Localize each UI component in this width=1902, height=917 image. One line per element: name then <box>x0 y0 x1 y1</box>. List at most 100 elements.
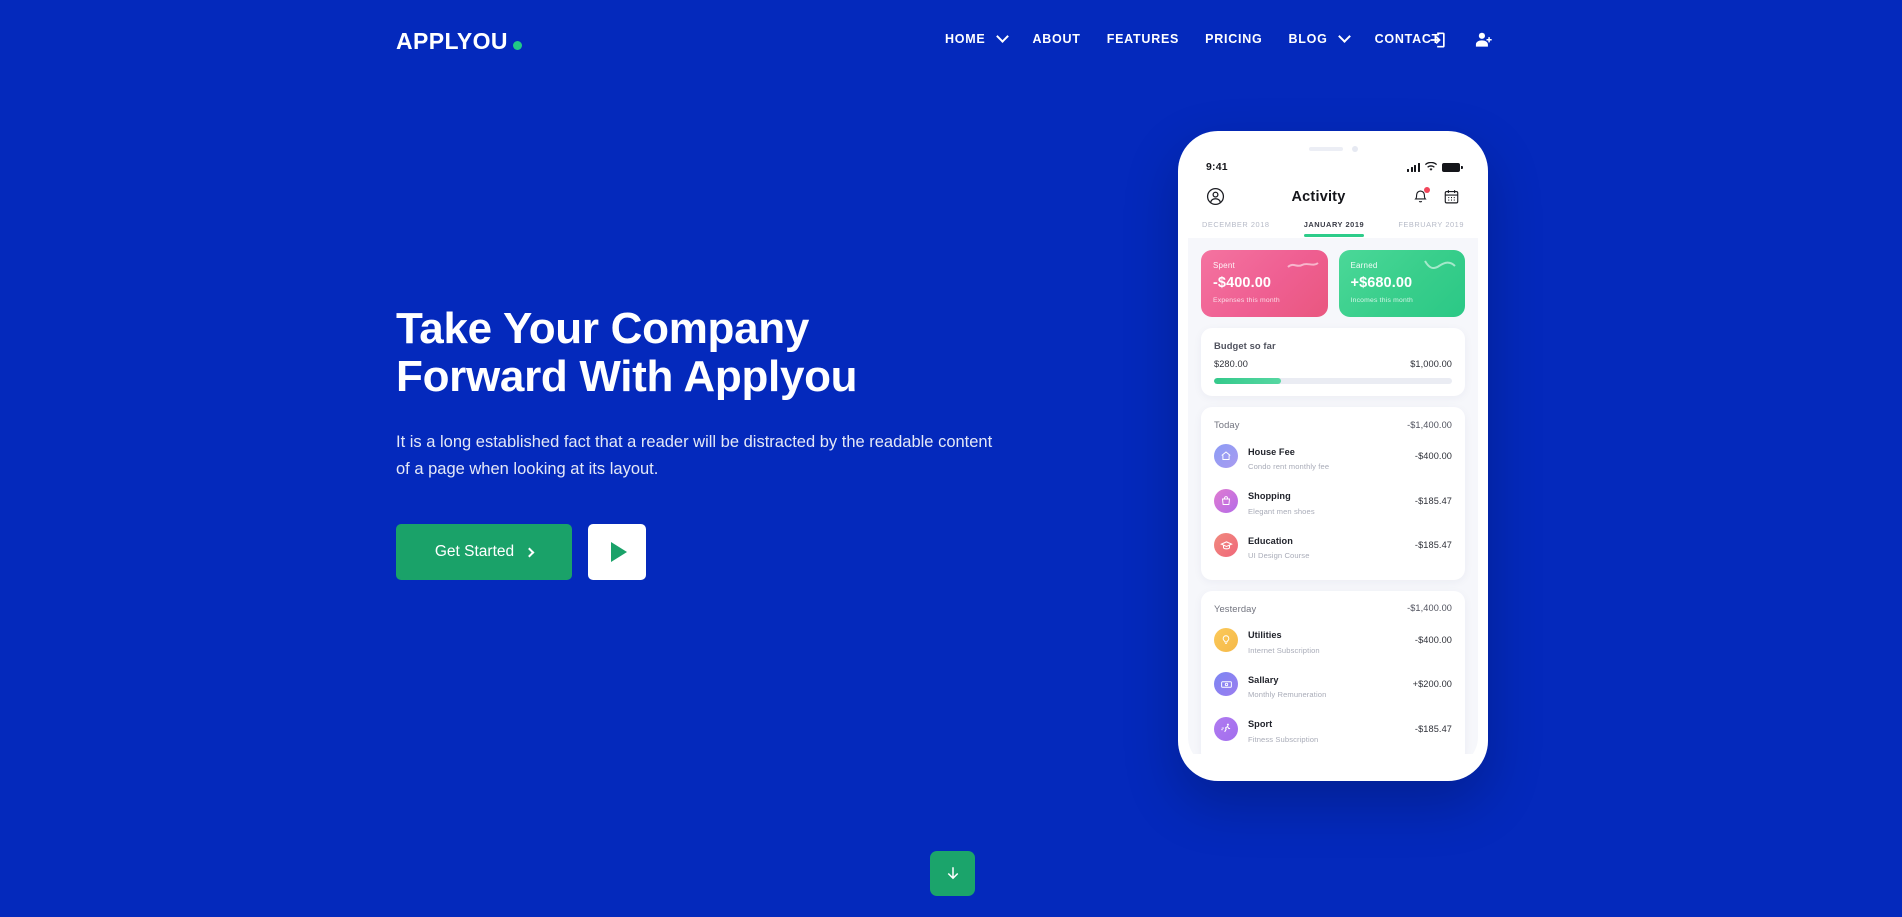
hero-title-line-2: Forward With Applyou <box>396 351 858 401</box>
wifi-icon <box>1425 162 1437 171</box>
transaction-desc: Monthly Remuneration <box>1248 690 1327 699</box>
activity-body: Spent -$400.00 Expenses this month Earne… <box>1188 238 1478 754</box>
front-camera-icon <box>1351 146 1358 152</box>
budget-card: Budget so far $280.00 $1,000.00 <box>1201 328 1465 396</box>
transactions-card-today: Today -$1,400.00 House Fee Condo rent mo… <box>1201 407 1465 580</box>
hero-content: Take Your Company Forward With Applyou I… <box>396 305 1036 581</box>
table-row[interactable]: House Fee Condo rent monthly fee -$400.0… <box>1214 434 1452 479</box>
calendar-icon[interactable] <box>1443 188 1460 205</box>
month-tab-january[interactable]: JANUARY 2019 <box>1303 220 1365 237</box>
shopping-bag-icon <box>1214 488 1238 513</box>
transaction-name: House Fee <box>1248 446 1295 457</box>
table-row[interactable]: Sport Fitness Subscription -$185.47 <box>1214 707 1452 752</box>
app-header-actions <box>1412 187 1460 205</box>
table-row[interactable]: Shopping Elegant men shoes -$185.47 <box>1214 479 1452 524</box>
arrow-down-icon <box>947 866 958 879</box>
transaction-name: Shopping <box>1248 491 1291 501</box>
app-title: Activity <box>1291 188 1346 205</box>
summary-card-earned[interactable]: Earned +$680.00 Incomes this month <box>1338 250 1465 317</box>
budget-total: $1,000.00 <box>1410 359 1452 369</box>
transaction-desc: UI Design Course <box>1248 551 1310 560</box>
transaction-name: Utilities <box>1248 630 1282 640</box>
transaction-amount: -$400.00 <box>1414 451 1452 462</box>
nav-item-about[interactable]: ABOUT <box>1033 32 1081 46</box>
transaction-info: House Fee Condo rent monthly fee <box>1248 442 1415 472</box>
transaction-amount: -$185.47 <box>1414 495 1452 506</box>
nav-label-home: HOME <box>945 32 986 46</box>
chevron-down-icon <box>1337 30 1351 43</box>
speaker-slot-icon <box>1308 147 1343 151</box>
budget-title: Budget so far <box>1214 340 1276 351</box>
nav-label-pricing: PRICING <box>1205 32 1263 46</box>
play-video-button[interactable] <box>588 524 646 581</box>
transaction-desc: Internet Subscription <box>1248 645 1320 655</box>
transaction-amount: -$400.00 <box>1414 634 1452 645</box>
nav-item-features[interactable]: FEATURES <box>1107 32 1179 46</box>
status-icons <box>1407 162 1463 172</box>
navbar: APPLYOU HOME ABOUT FEATURES PRICING BLOG <box>0 0 1902 90</box>
transaction-amount: -$185.47 <box>1414 723 1452 734</box>
transaction-name: Sport <box>1248 719 1273 729</box>
budget-values: $280.00 $1,000.00 <box>1214 359 1452 369</box>
scroll-down-button[interactable] <box>930 851 975 896</box>
status-time: 9:41 <box>1206 161 1228 173</box>
summary-note-spent: Expenses this month <box>1213 297 1280 304</box>
transaction-info: Sport Fitness Subscription <box>1248 714 1415 744</box>
notification-dot-icon <box>1423 187 1430 193</box>
phone-mockup: 9:41 Activity DECEMBER 2018 JANUARY 2019… <box>1178 131 1488 781</box>
cellular-signal-icon <box>1407 163 1420 172</box>
hero-page: APPLYOU HOME ABOUT FEATURES PRICING BLOG <box>0 0 1902 917</box>
chevron-down-icon <box>995 30 1009 43</box>
play-icon <box>611 542 627 563</box>
table-row[interactable]: Education UI Design Course -$185.47 <box>1214 523 1452 568</box>
section-name-today: Today <box>1214 419 1240 430</box>
chevron-right-icon <box>524 547 535 558</box>
summary-amount-earned: +$680.00 <box>1350 275 1413 291</box>
transaction-info: Sallary Monthly Remuneration <box>1248 670 1413 700</box>
budget-progress-fill <box>1214 378 1281 384</box>
month-tabs: DECEMBER 2018 JANUARY 2019 FEBRUARY 2019 <box>1188 206 1478 237</box>
hero-title-line-1: Take Your Company <box>396 304 810 353</box>
logo-text: APPLYOU <box>396 28 508 54</box>
nav-links: HOME ABOUT FEATURES PRICING BLOG CONTACT <box>945 30 1440 46</box>
get-started-label: Get Started <box>434 543 515 561</box>
register-user-icon[interactable] <box>1474 30 1494 50</box>
nav-action-icons <box>1428 30 1494 50</box>
transaction-amount: -$185.47 <box>1414 540 1452 551</box>
money-icon <box>1214 672 1238 697</box>
phone-notch <box>1188 146 1478 152</box>
bell-icon[interactable] <box>1412 187 1430 205</box>
nav-label-features: FEATURES <box>1106 32 1180 46</box>
summary-note-earned: Incomes this month <box>1350 297 1414 304</box>
nav-item-blog[interactable]: BLOG <box>1288 30 1351 46</box>
site-logo[interactable]: APPLYOU <box>396 28 522 55</box>
summary-label-spent: Spent <box>1213 261 1235 270</box>
month-tab-february[interactable]: FEBRUARY 2019 <box>1398 220 1464 237</box>
house-icon <box>1214 444 1238 469</box>
nav-item-pricing[interactable]: PRICING <box>1205 32 1262 46</box>
transaction-name: Sallary <box>1248 674 1279 685</box>
user-circle-icon[interactable] <box>1206 187 1225 206</box>
transaction-name: Education <box>1248 535 1293 546</box>
summary-card-spent[interactable]: Spent -$400.00 Expenses this month <box>1201 250 1328 317</box>
section-header-today: Today -$1,400.00 <box>1214 419 1452 430</box>
battery-icon <box>1442 163 1463 172</box>
transactions-card-yesterday: Yesterday -$1,400.00 Utilities Internet … <box>1201 590 1465 754</box>
month-tab-december[interactable]: DECEMBER 2018 <box>1202 220 1270 237</box>
runner-icon <box>1214 716 1238 741</box>
section-header-yesterday: Yesterday -$1,400.00 <box>1214 603 1452 614</box>
transaction-desc: Fitness Subscription <box>1248 734 1319 744</box>
budget-spent: $280.00 <box>1214 359 1248 369</box>
graduation-cap-icon <box>1214 533 1238 558</box>
sign-in-icon[interactable] <box>1428 30 1448 50</box>
get-started-button[interactable]: Get Started <box>396 524 572 581</box>
section-name-yesterday: Yesterday <box>1214 602 1257 614</box>
section-total-today: -$1,400.00 <box>1407 419 1452 430</box>
summary-amount-spent: -$400.00 <box>1213 275 1272 291</box>
hero-buttons: Get Started <box>396 524 1036 581</box>
hero-title: Take Your Company Forward With Applyou <box>396 305 1036 401</box>
nav-item-home[interactable]: HOME <box>945 30 1009 46</box>
nav-label-blog: BLOG <box>1288 32 1328 46</box>
table-row[interactable]: Utilities Internet Subscription -$400.00 <box>1214 618 1452 663</box>
table-row[interactable]: Sallary Monthly Remuneration +$200.00 <box>1214 662 1452 707</box>
